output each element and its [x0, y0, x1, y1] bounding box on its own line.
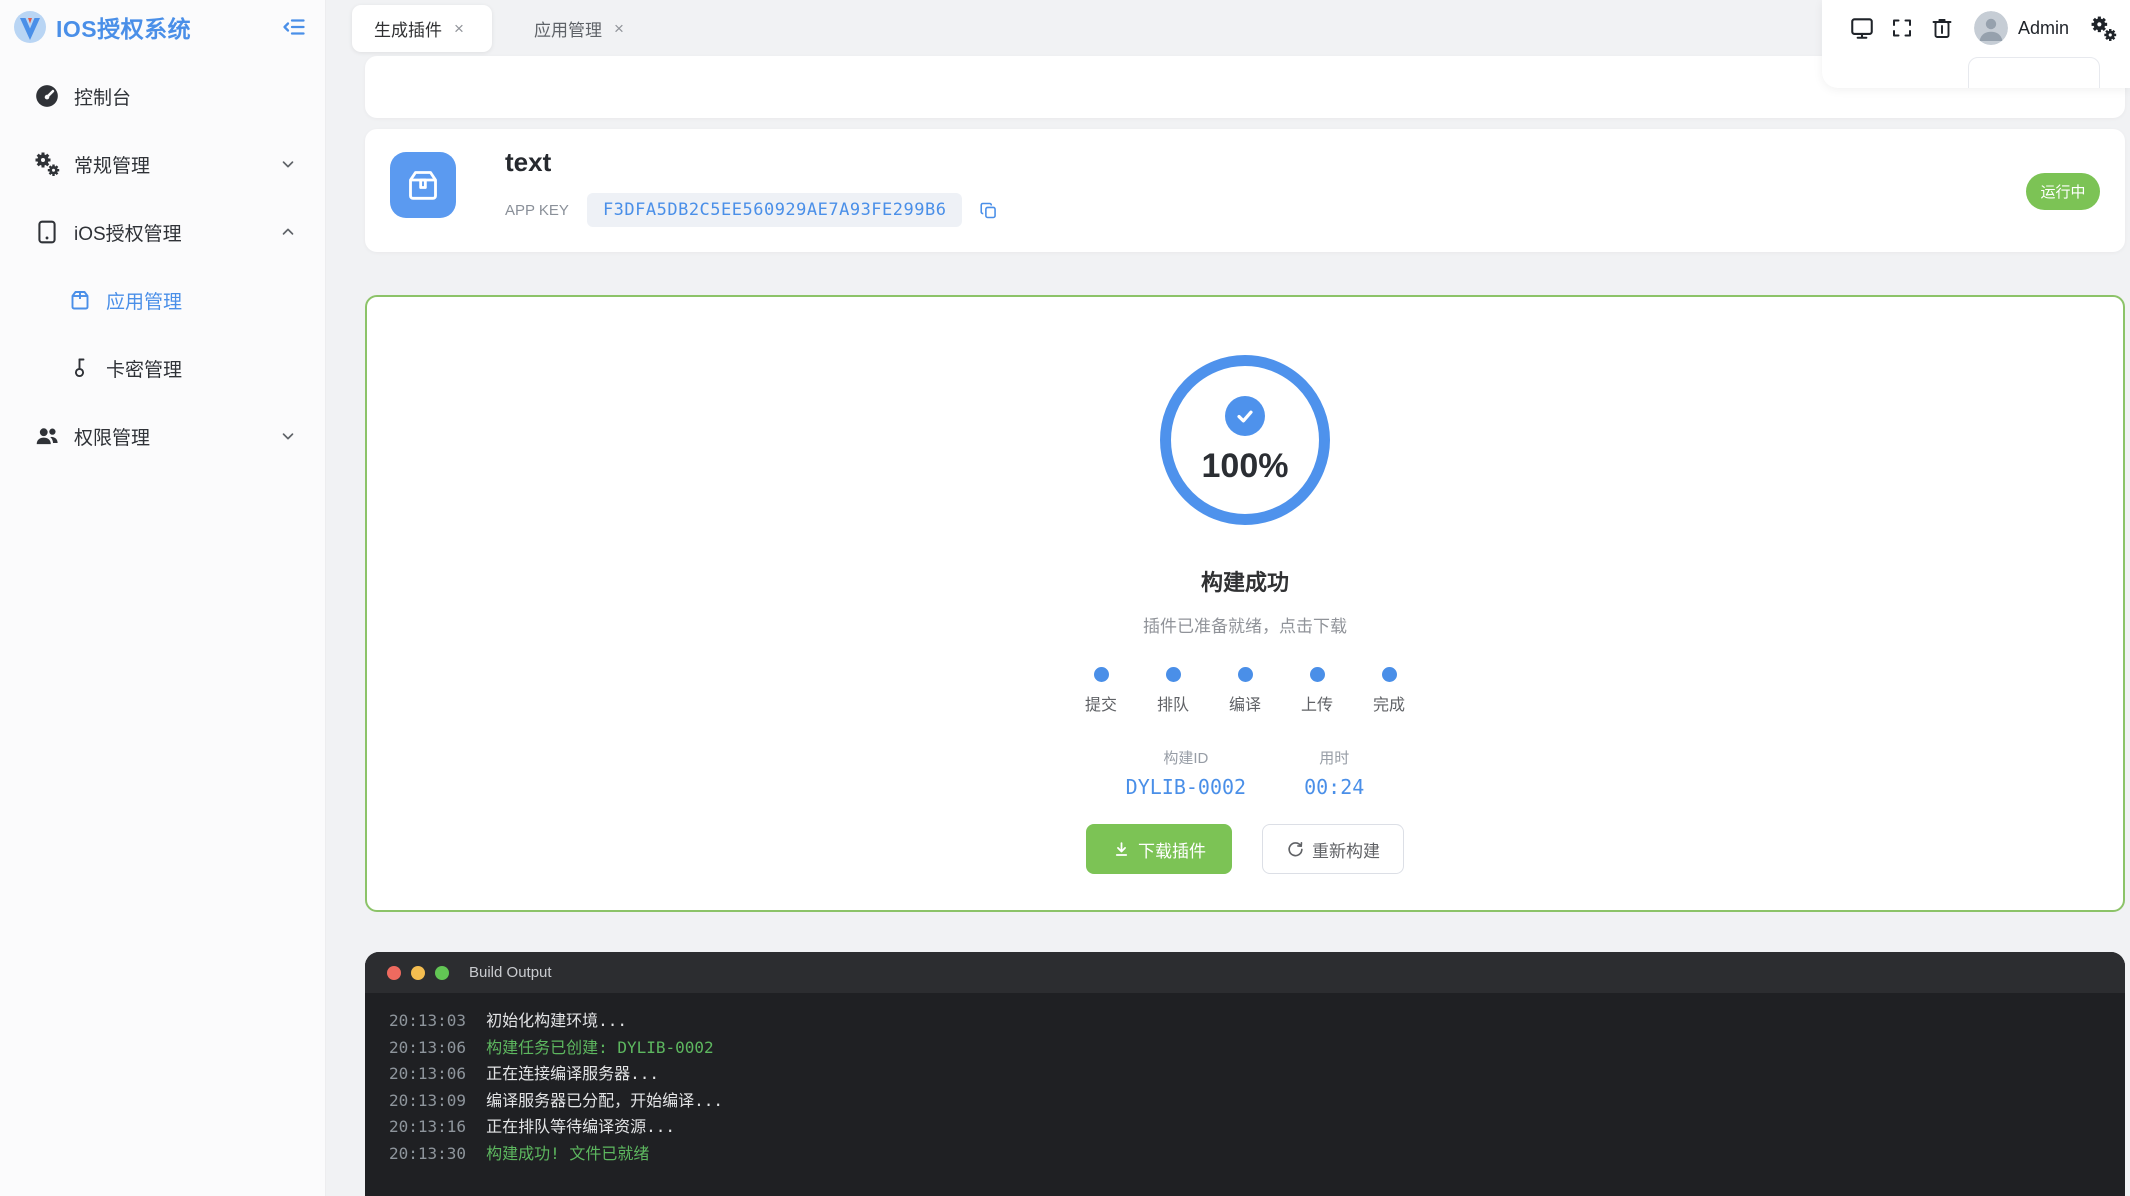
step-dot [1165, 667, 1181, 682]
settings-gears-icon[interactable] [2083, 10, 2123, 46]
step-done: 完成 [1365, 667, 1413, 715]
close-icon[interactable]: × [454, 20, 464, 37]
sidebar-item-permission-management[interactable]: 权限管理 [0, 402, 325, 470]
build-status-subtitle: 插件已准备就绪，点击下载 [1143, 617, 1347, 636]
sidebar-collapse-icon[interactable] [279, 12, 309, 42]
close-icon[interactable]: × [614, 20, 624, 37]
package-icon [68, 288, 92, 312]
sidebar-menu: 控制台 常规管理 iOS授权管理 应用管理 卡密管理 权限管理 [0, 62, 325, 470]
chevron-down-icon [279, 155, 297, 173]
users-icon [34, 423, 60, 449]
sidebar-item-ios-auth-management[interactable]: iOS授权管理 [0, 198, 325, 266]
build-output-terminal: Build Output 20:13:03 初始化构建环境... 20:13:0… [365, 952, 2125, 1196]
avatar[interactable] [1974, 11, 2008, 45]
check-icon [1225, 396, 1265, 436]
build-actions: 下载插件 重新构建 [1086, 824, 1404, 874]
download-plugin-button[interactable]: 下载插件 [1086, 824, 1232, 874]
step-submit: 提交 [1077, 667, 1125, 715]
log-line: 20:13:06 构建任务已创建: DYLIB-0002 [389, 1037, 714, 1057]
download-icon [1112, 840, 1131, 859]
key-icon [68, 356, 92, 380]
step-dot [1237, 667, 1253, 682]
build-result-panel: 100% 构建成功 插件已准备就绪，点击下载 提交 排队 编译 上传 完成 构建… [365, 295, 2125, 912]
log-line: 20:13:16 正在排队等待编译资源... [389, 1117, 675, 1136]
user-dropdown-panel[interactable] [1968, 57, 2100, 88]
sidebar-item-dashboard[interactable]: 控制台 [0, 62, 325, 130]
app-package-icon [390, 152, 456, 218]
step-dot [1381, 667, 1397, 682]
terminal-title: Build Output [469, 964, 552, 981]
step-queue: 排队 [1149, 667, 1197, 715]
app-key-value: F3DFA5DB2C5EE560929AE7A93FE299B6 [586, 193, 963, 227]
step-dot [1309, 667, 1325, 682]
tab-generate-plugin[interactable]: 生成插件 × [352, 5, 492, 52]
duration-value: 00:24 [1304, 775, 1365, 799]
duration-block: 用时 00:24 [1304, 747, 1364, 799]
app-name: text [505, 147, 552, 177]
sidebar-item-card-key-management[interactable]: 卡密管理 [0, 334, 325, 402]
step-compile: 编译 [1221, 667, 1269, 715]
sidebar-item-label: 卡密管理 [106, 359, 183, 381]
log-line: 20:13:03 初始化构建环境... [389, 1011, 627, 1030]
trash-icon[interactable] [1922, 10, 1962, 46]
app-info-card: text APP KEY F3DFA5DB2C5EE560929AE7A93FE… [365, 129, 2125, 252]
sidebar-item-app-management[interactable]: 应用管理 [0, 266, 325, 334]
username[interactable]: Admin [2018, 18, 2069, 39]
step-upload: 上传 [1293, 667, 1341, 715]
terminal-zoom-dot-icon [435, 965, 449, 980]
log-line: 20:13:09 编译服务器已分配，开始编译... [389, 1090, 723, 1110]
sidebar-item-label: iOS授权管理 [74, 223, 182, 245]
log-line: 20:13:06 正在连接编译服务器... [389, 1064, 659, 1083]
refresh-icon [1286, 840, 1305, 859]
rebuild-button[interactable]: 重新构建 [1262, 824, 1404, 874]
build-status-title: 构建成功 [1200, 570, 1289, 595]
chevron-up-icon [279, 223, 297, 241]
status-badge: 运行中 [2026, 173, 2100, 210]
fullscreen-icon[interactable] [1882, 10, 1922, 46]
sidebar-item-label: 权限管理 [74, 427, 151, 449]
step-dot [1093, 667, 1109, 682]
progress-ring: 100% [1160, 355, 1330, 525]
tab-app-management[interactable]: 应用管理 × [512, 5, 646, 52]
app-logo-icon [12, 9, 48, 45]
build-id-block: 构建ID DYLIB-0002 [1126, 747, 1246, 799]
terminal-body: 20:13:03 初始化构建环境... 20:13:06 构建任务已创建: DY… [365, 993, 2125, 1182]
build-id-value: DYLIB-0002 [1125, 775, 1247, 799]
sidebar-header: IOS授权系统 [0, 0, 325, 54]
build-steps: 提交 排队 编译 上传 完成 [1077, 667, 1413, 715]
monitor-icon[interactable] [1842, 10, 1882, 46]
build-meta: 构建ID DYLIB-0002 用时 00:24 [1126, 747, 1365, 799]
app-key-row: APP KEY F3DFA5DB2C5EE560929AE7A93FE299B6 [505, 193, 999, 227]
app-key-label: APP KEY [505, 201, 569, 219]
sidebar-item-label: 应用管理 [106, 291, 183, 313]
app-title: IOS授权系统 [56, 16, 192, 42]
chevron-down-icon [279, 427, 297, 445]
copy-icon[interactable] [978, 200, 999, 221]
log-line: 20:13:30 构建成功! 文件已就绪 [389, 1143, 650, 1163]
gears-icon [34, 151, 60, 177]
build-id-label: 构建ID [1163, 750, 1209, 767]
sidebar-item-label: 常规管理 [74, 155, 151, 177]
terminal-header: Build Output [365, 952, 2125, 993]
tab-label: 应用管理 [534, 21, 602, 40]
progress-percent: 100% [1201, 447, 1289, 485]
sidebar: IOS授权系统 控制台 常规管理 iOS授权管理 应用管理 卡密管理 权限管理 [0, 0, 326, 1196]
topbar-actions: Admin [1822, 0, 2130, 88]
terminal-close-dot-icon [387, 965, 401, 980]
tablet-icon [34, 219, 60, 245]
dashboard-icon [34, 83, 60, 109]
sidebar-item-label: 控制台 [74, 87, 132, 109]
sidebar-item-general-management[interactable]: 常规管理 [0, 130, 325, 198]
terminal-minimize-dot-icon [411, 965, 425, 980]
tab-label: 生成插件 [374, 21, 442, 40]
duration-label: 用时 [1319, 750, 1350, 767]
